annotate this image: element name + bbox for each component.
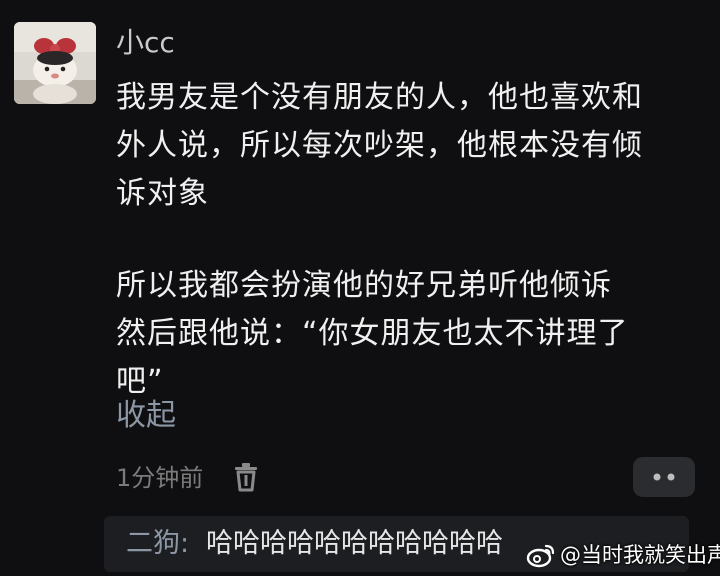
comment-line: 所以我都会扮演他的好兄弟听他倾诉	[116, 268, 612, 303]
avatar[interactable]	[14, 22, 96, 104]
reply-text: 哈哈哈哈哈哈哈哈哈哈哈	[206, 528, 503, 559]
trash-icon	[235, 463, 257, 492]
comment-screen: 小cc 我男友是个没有朋友的人，他也喜欢和 外人说，所以每次吵架，他根本没有倾 …	[0, 0, 720, 576]
collapse-link[interactable]: 收起	[116, 392, 176, 440]
watermark-text: @当时我就笑出声了	[560, 543, 720, 567]
comment-timestamp: 1分钟前	[116, 464, 204, 492]
avatar-image	[14, 22, 96, 104]
more-dots-icon	[653, 473, 675, 481]
watermark: @当时我就笑出声了	[526, 540, 720, 570]
delete-button[interactable]	[232, 462, 260, 492]
comment-line: 诉对象	[116, 176, 209, 211]
more-options-button[interactable]	[633, 457, 695, 497]
comment-line: 外人说，所以每次吵架，他根本没有倾	[116, 128, 643, 163]
reply-author[interactable]: 二狗:	[126, 524, 189, 564]
comment-username[interactable]: 小cc	[116, 22, 175, 64]
comment-line: 然后跟他说：“你女朋友也太不讲理了	[116, 316, 629, 351]
comment-line: 吧”	[116, 364, 164, 399]
comment-text: 我男友是个没有朋友的人，他也喜欢和 外人说，所以每次吵架，他根本没有倾 诉对象 …	[116, 74, 701, 406]
weibo-logo-icon	[526, 542, 556, 568]
comment-line: 我男友是个没有朋友的人，他也喜欢和	[116, 80, 643, 115]
